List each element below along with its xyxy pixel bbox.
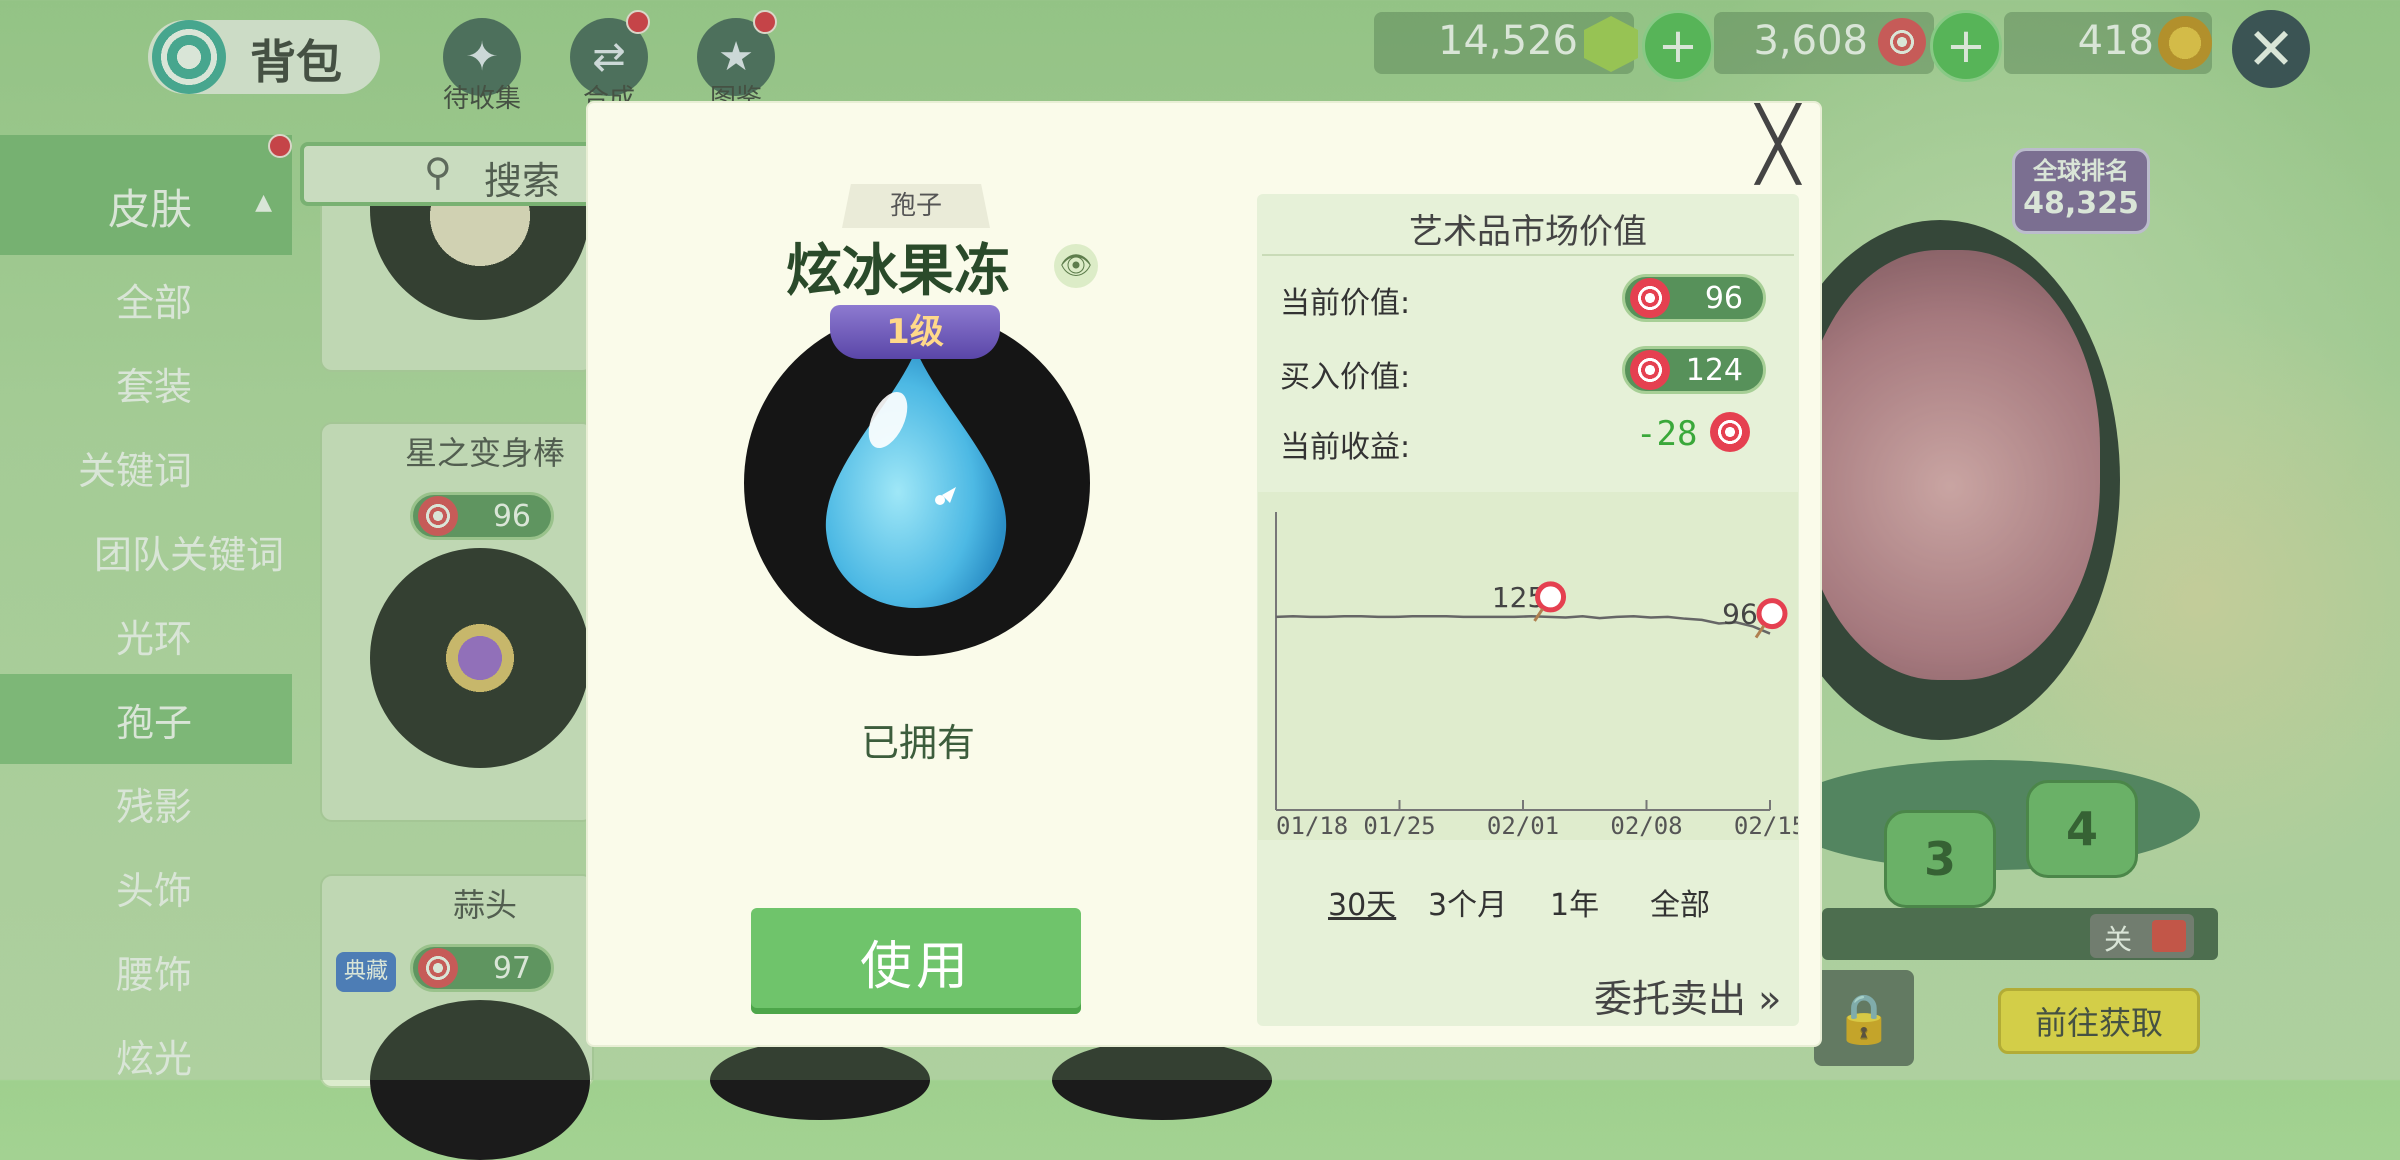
item-name: 炫冰果冻 [786, 226, 1010, 307]
preview-eye-icon[interactable]: 👁 [1054, 244, 1098, 288]
current-value-label: 当前价值: [1280, 278, 1410, 322]
x-tick-label: 02/01 [1487, 812, 1559, 840]
use-button[interactable]: 使用 [751, 908, 1081, 1014]
lollipop-icon [1710, 412, 1750, 452]
price-history-chart: 01/1801/2502/0102/0802/1512596 [1258, 492, 1798, 840]
market-panel-title: 艺术品市场价值 [1257, 204, 1799, 253]
consign-sell-link[interactable]: 委托卖出 » [1594, 968, 1781, 1023]
lollipop-icon [1630, 278, 1670, 318]
lollipop-icon [1759, 601, 1785, 627]
period-1y[interactable]: 1年 [1550, 880, 1599, 924]
water-drop-icon [822, 350, 1010, 610]
x-tick-label: 01/18 [1276, 812, 1348, 840]
buy-value-label: 买入价值: [1280, 352, 1410, 396]
level-badge: 1级 [830, 305, 1000, 359]
owned-status: 已拥有 [760, 712, 1076, 767]
close-icon: ╳ [1757, 109, 1799, 179]
period-30d[interactable]: 30天 [1328, 880, 1396, 924]
gain-value: -28 [1636, 414, 1697, 454]
period-selector: 30天 3个月 1年 全部 [1258, 870, 1798, 930]
price-line [1276, 616, 1770, 633]
period-all[interactable]: 全部 [1650, 880, 1710, 924]
lollipop-icon [1538, 584, 1564, 610]
modal-close-button[interactable]: ╳ [1746, 112, 1810, 176]
gain-label: 当前收益: [1280, 422, 1410, 466]
item-category-tab: 孢子 [842, 184, 990, 228]
x-tick-label: 01/25 [1363, 812, 1435, 840]
x-tick-label: 02/08 [1610, 812, 1682, 840]
lollipop-icon [1630, 350, 1670, 390]
divider [1262, 254, 1794, 256]
period-3m[interactable]: 3个月 [1428, 880, 1507, 924]
x-tick-label: 02/15 [1734, 812, 1798, 840]
data-label: 96 [1722, 598, 1758, 631]
